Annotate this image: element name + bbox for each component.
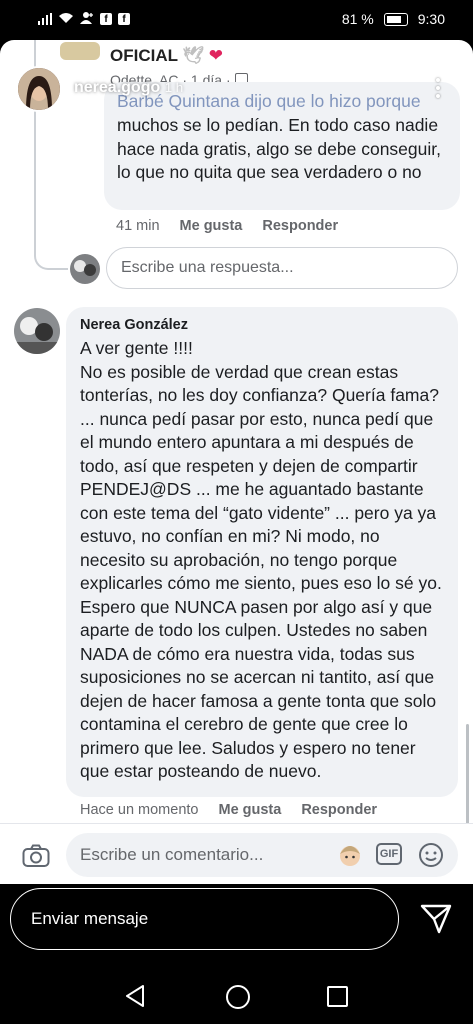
scrollbar[interactable]	[466, 724, 469, 832]
comment-prev-actions: 41 min Me gusta Responder	[116, 218, 358, 234]
comment-prev-text: muchos se lo pedían. En todo caso nadie …	[117, 115, 441, 182]
post-title: OFICIAL 🕊 ❤	[110, 46, 223, 65]
recents-icon[interactable]	[327, 986, 348, 1007]
comment-bubble-prev: Barbé Quintana dijo que lo hizo porque m…	[104, 82, 460, 210]
facebook-notif-icon-2: f	[118, 13, 130, 25]
reply-button[interactable]: Responder	[262, 218, 338, 234]
comment-bubble-main: Nerea González A ver gente !!!! No es po…	[66, 307, 458, 797]
reply-button[interactable]: Responder	[301, 802, 377, 818]
comments-sheet: OFICIAL 🕊 ❤ Odette, AC · 1 día · Barbé Q…	[0, 40, 473, 884]
status-icons-right: 81 % 9:30	[342, 11, 445, 27]
story-username[interactable]: nerea.gogo 1 h	[74, 79, 183, 97]
story-avatar[interactable]	[16, 66, 62, 112]
comment-prev-time: 41 min	[116, 218, 160, 234]
story-elapsed: 1 h	[164, 80, 184, 95]
comment-main-actions: Hace un momento Me gusta Responder	[80, 802, 397, 818]
comment-input[interactable]: Escribe un comentario... GIF	[66, 833, 458, 877]
wifi-icon	[58, 11, 74, 27]
message-input[interactable]: Enviar mensaje	[10, 888, 399, 950]
battery-percent: 81 %	[341, 11, 374, 27]
clock: 9:30	[417, 11, 445, 27]
send-icon[interactable]	[420, 904, 452, 939]
sticker-icon[interactable]	[338, 842, 362, 873]
facebook-notif-icon: f	[100, 13, 112, 25]
person-add-icon	[80, 11, 94, 27]
comment-input-placeholder: Escribe un comentario...	[80, 845, 264, 864]
comment-main-text: A ver gente !!!! No es posible de verdad…	[80, 338, 442, 781]
avatar	[70, 254, 100, 284]
camera-icon[interactable]	[22, 844, 50, 873]
emoji-icon[interactable]	[418, 842, 444, 873]
signal-icon	[38, 13, 52, 25]
home-icon[interactable]	[226, 985, 250, 1009]
like-button[interactable]: Me gusta	[218, 802, 281, 818]
status-bar: f f 81 % 9:30	[0, 0, 473, 40]
reply-input[interactable]: Escribe una respuesta...	[106, 247, 458, 289]
comment-author[interactable]: Nerea González	[80, 317, 188, 333]
battery-icon	[383, 12, 408, 26]
gif-icon[interactable]: GIF	[376, 843, 402, 865]
status-icons-left: f f	[38, 11, 130, 27]
like-button[interactable]: Me gusta	[180, 218, 243, 234]
more-options-icon[interactable]	[436, 78, 442, 102]
back-icon[interactable]	[124, 984, 146, 1013]
comment-main-time: Hace un momento	[80, 802, 199, 818]
avatar[interactable]	[14, 308, 60, 354]
